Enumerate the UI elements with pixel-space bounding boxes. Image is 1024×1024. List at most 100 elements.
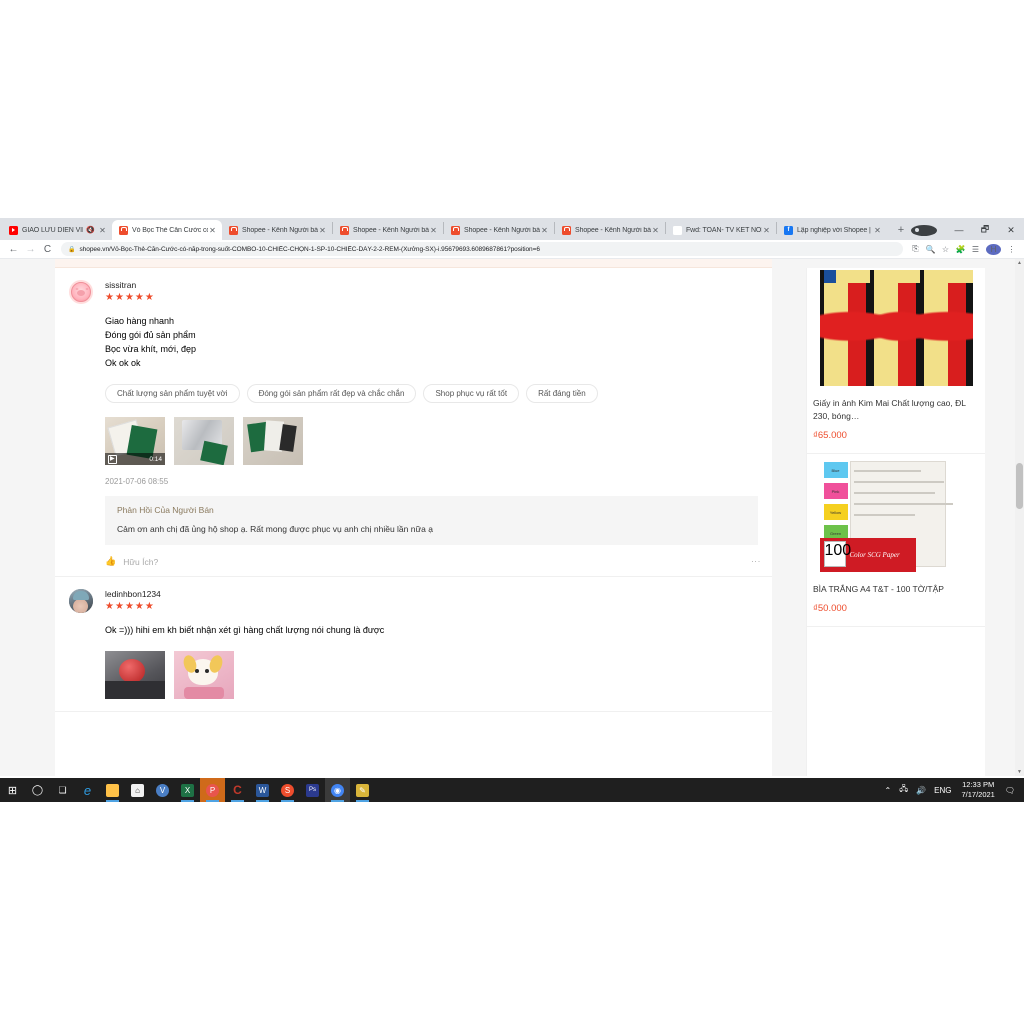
microsoft-word-icon[interactable]: W <box>250 778 275 802</box>
review-item: sissitran ★ ★ ★ ★ ★ Giao hàng nhanh Đóng… <box>55 268 772 577</box>
microsoft-store-icon[interactable]: ⌂ <box>125 778 150 802</box>
star-icon: ★ <box>144 601 154 612</box>
tab-close-icon[interactable]: ✕ <box>873 226 882 235</box>
swatch-yellow: Yellow <box>823 504 848 520</box>
video-duration: 0:14 <box>149 455 162 463</box>
tab-close-icon[interactable]: ✕ <box>762 226 771 235</box>
coccoc-browser-icon[interactable]: C <box>225 778 250 802</box>
review-image-thumbnail[interactable] <box>243 417 303 465</box>
star-icon: ★ <box>124 292 134 303</box>
tab-close-icon[interactable]: ✕ <box>651 226 660 235</box>
reload-button[interactable]: C <box>39 244 56 255</box>
review-item: ledinhbon1234 ★ ★ ★ ★ ★ Ok =))) hihi em … <box>55 577 772 712</box>
scroll-down-arrow[interactable]: ▼ <box>1015 769 1024 775</box>
clock[interactable]: 12:33 PM 7/17/2021 <box>961 780 994 800</box>
system-tray: ⌃ 🖧 🔊 ENG 12:33 PM 7/17/2021 🗨 <box>881 780 1024 800</box>
product-title: BÌA TRẮNG A4 T&T - 100 TỜ/TẬP <box>813 584 944 594</box>
browser-tab-5[interactable]: Shopee - Kênh Người bán ✕ <box>555 220 665 240</box>
clock-time: 12:33 PM <box>962 780 995 789</box>
star-icon: ★ <box>114 601 124 612</box>
product-price: ₫65.000 <box>813 430 847 441</box>
tab-close-icon[interactable]: ✕ <box>540 226 549 235</box>
browser-menu-icon[interactable]: ⋮ <box>1004 245 1019 254</box>
foxit-pdf-reader-icon[interactable]: P <box>200 778 225 802</box>
star-rating: ★ ★ ★ ★ ★ <box>105 602 758 612</box>
bookmark-star-icon[interactable]: ☆ <box>938 245 953 254</box>
video-camera-icon: ▶ <box>108 454 117 464</box>
tab-mute-icon[interactable]: 🔇 <box>86 226 95 234</box>
language-indicator[interactable]: ENG <box>934 786 951 795</box>
microsoft-edge-icon[interactable]: e <box>75 778 100 802</box>
browser-tab-7[interactable]: f Lập nghiệp với Shopee | Fa ✕ <box>777 220 887 240</box>
minimize-button[interactable]: — <box>946 225 972 235</box>
product-image <box>819 270 973 386</box>
profile-badge-icon[interactable] <box>911 224 937 236</box>
review-video-thumbnail[interactable] <box>105 651 165 699</box>
extensions-icon[interactable]: 🧩 <box>953 245 968 254</box>
helpful-label[interactable]: Hữu Ích? <box>123 557 158 567</box>
task-view-button[interactable]: ❏ <box>50 778 75 802</box>
notifications-icon[interactable]: 🗨 <box>1005 786 1015 795</box>
seller-reply-title: Phản Hồi Của Người Bán <box>117 505 214 515</box>
google-chrome-icon[interactable]: ◉ <box>325 778 350 802</box>
reading-list-icon[interactable]: ☰ <box>968 245 983 254</box>
scroll-up-arrow[interactable]: ▲ <box>1015 260 1024 266</box>
star-rating: ★ ★ ★ ★ ★ <box>105 293 758 303</box>
forward-button[interactable]: → <box>22 244 39 255</box>
adobe-photoshop-icon[interactable]: Ps <box>300 778 325 802</box>
product-card[interactable]: Giấy in ảnh Kim Mai Chất lượng cao, ĐL 2… <box>807 270 985 454</box>
translate-icon[interactable]: ⎘ <box>908 244 923 254</box>
browser-tab-3[interactable]: Shopee - Kênh Người bán ✕ <box>333 220 443 240</box>
cortana-search[interactable]: ◯ <box>25 778 50 802</box>
page-scrollbar[interactable]: ▲ ▼ <box>1015 259 1024 776</box>
star-icon: ★ <box>134 292 144 303</box>
network-icon[interactable]: 🖧 <box>899 783 908 797</box>
file-explorer-icon[interactable] <box>100 778 125 802</box>
review-body: sissitran ★ ★ ★ ★ ★ Giao hàng nhanh Đóng… <box>105 280 772 576</box>
tab-close-icon[interactable]: ✕ <box>429 226 438 235</box>
seller-reply-text: Cảm ơn anh chị đã ủng hộ shop ạ. Rất mon… <box>117 524 433 534</box>
page-content: sissitran ★ ★ ★ ★ ★ Giao hàng nhanh Đóng… <box>0 259 1015 776</box>
tab-close-icon[interactable]: ✕ <box>208 226 217 235</box>
scrollbar-thumb[interactable] <box>1016 463 1023 509</box>
microsoft-excel-icon[interactable]: X <box>175 778 200 802</box>
browser-tab-6[interactable]: M Fwd: TOÁN- TV KẾT NỐI TI ✕ <box>666 220 776 240</box>
volume-icon[interactable]: 🔊 <box>916 786 926 795</box>
sheet-count-box: 100 <box>823 541 851 567</box>
paint-app-icon[interactable]: ✎ <box>350 778 375 802</box>
shopee-icon <box>562 225 571 235</box>
review-tag: Rất đáng tiền <box>526 384 598 403</box>
review-image-thumbnail[interactable] <box>174 417 234 465</box>
tab-close-icon[interactable]: ✕ <box>98 226 107 235</box>
product-card[interactable]: Blue Pink Yellow Green T & T <box>807 456 985 627</box>
url-input[interactable]: 🔒 shopee.vn/Vỏ-Bọc-Thẻ-Căn-Cước-có-nắp-t… <box>61 242 903 256</box>
shopee-icon <box>340 225 349 235</box>
search-icon[interactable]: 🔍 <box>923 245 938 254</box>
review-tag: Đóng gói sản phẩm rất đẹp và chắc chắn <box>246 384 417 403</box>
review-image-thumbnail[interactable] <box>174 651 234 699</box>
browser-tab-4[interactable]: Shopee - Kênh Người bán ✕ <box>444 220 554 240</box>
more-options-icon[interactable]: ⋮ <box>751 557 761 566</box>
toolbar-icons: ⎘ 🔍 ☆ 🧩 ☰ H ⋮ <box>908 243 1019 255</box>
tab-close-icon[interactable]: ✕ <box>318 226 327 235</box>
browser-tab-2[interactable]: Shopee - Kênh Người bán ✕ <box>222 220 332 240</box>
start-button[interactable]: ⊞ <box>0 778 25 802</box>
review-video-thumbnail[interactable]: ▶ 0:14 <box>105 417 165 465</box>
close-window-button[interactable]: ✕ <box>998 225 1024 236</box>
maximize-button[interactable]: 🗗 <box>972 222 998 238</box>
back-button[interactable]: ← <box>5 244 22 255</box>
profile-avatar[interactable]: H <box>986 243 1001 255</box>
shopee-app-icon[interactable]: S <box>275 778 300 802</box>
window-controls: — 🗗 ✕ <box>907 220 1024 240</box>
gmail-icon: M <box>673 225 682 235</box>
tray-expand-icon[interactable]: ⌃ <box>885 786 892 795</box>
clock-date: 7/17/2021 <box>961 790 995 799</box>
url-text: shopee.vn/Vỏ-Bọc-Thẻ-Căn-Cước-có-nắp-tro… <box>79 245 540 253</box>
avatar <box>69 589 93 613</box>
browser-tab-0[interactable]: GIAO LƯU DIỄN VIÊN T 🔇 ✕ <box>2 220 112 240</box>
unikey-icon[interactable]: V <box>150 778 175 802</box>
browser-tab-1[interactable]: Vỏ Bọc Thẻ Căn Cước có n ✕ <box>112 220 222 240</box>
page-viewport: sissitran ★ ★ ★ ★ ★ Giao hàng nhanh Đóng… <box>0 259 1024 776</box>
review-tags: Chất lượng sản phẩm tuyệt vời Đóng gói s… <box>105 384 758 403</box>
thumbs-up-icon[interactable]: 👍 <box>105 556 116 567</box>
